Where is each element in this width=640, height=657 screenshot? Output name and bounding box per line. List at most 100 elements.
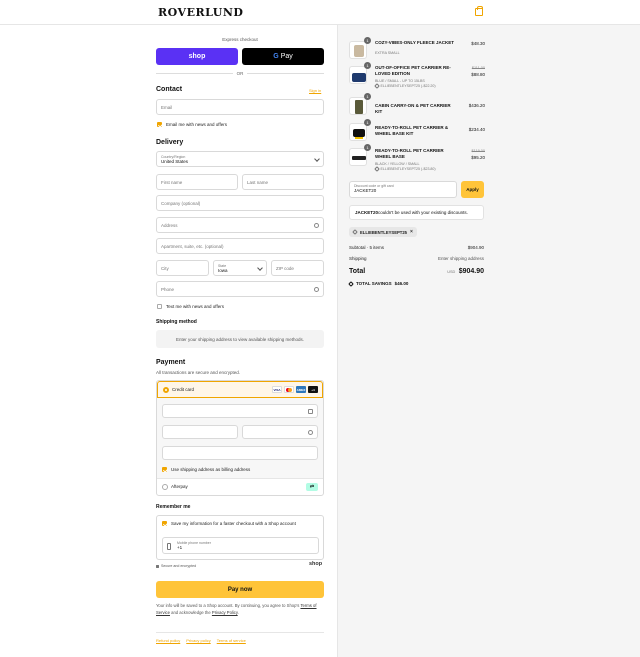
news-checkbox[interactable] [157,122,162,127]
store-logo[interactable]: ROVERLUND [158,6,243,19]
original-price: $111.00 [471,66,485,70]
order-summary-panel [337,25,640,657]
quantity-badge: 1 [364,62,371,69]
afterpay-option[interactable]: Afterpay ⇄ [157,478,323,495]
expiration-field[interactable] [162,425,238,439]
footer-links: Refund policy Privacy policy Terms of se… [156,638,246,643]
google-pay-button[interactable]: G Pay [242,48,324,65]
total-savings: TOTAL SAVINGS $46.00 [348,280,408,287]
sign-in-link[interactable]: Sign in [309,88,321,93]
product-thumbnail [349,123,367,141]
afterpay-label: Afterpay [171,484,188,489]
cart-item: 1 CABIN CARRY-ON & PET CARRIER KIT $436.… [349,93,485,117]
chevron-down-icon [314,156,320,162]
subtotal-label: Subtotal · 5 items [349,245,385,250]
shop-logo: shop [309,561,323,567]
phone-field[interactable]: Phone [156,281,324,297]
original-price: $119.00 [471,149,485,153]
credit-card-radio[interactable] [163,387,169,393]
product-name: COZY-VIBES-ONLY FLEECE JACKET [375,40,455,45]
quantity-badge: 1 [364,93,371,100]
help-icon[interactable] [308,430,313,435]
product-price: $436.20 [468,103,485,108]
subtotal-value: $904.90 [467,245,484,250]
news-checkbox-label: Email me with news and offers [166,122,227,127]
cart-item: 1 COZY-VIBES-ONLY FLEECE JACKET EXTRA SM… [349,37,485,61]
product-thumbnail [349,148,367,166]
product-variant: EXTRA SMALL [375,51,400,55]
name-on-card-field[interactable] [162,446,318,460]
applied-discount-chip: ELLIEBENTLEYSEPT25 × [349,227,417,237]
card-form: Use shipping address as billing address [157,398,323,478]
save-info-label: Save my information for a faster checkou… [171,521,296,526]
company-field[interactable]: Company (optional) [156,195,324,211]
total-row: Total USD $904.90 [349,268,484,275]
product-thumbnail [349,66,367,84]
product-thumbnail [349,41,367,59]
shipping-row: Shipping Enter shipping address [349,256,484,261]
discount-code-field[interactable]: Discount code or gift card JACKET20 [349,181,457,198]
cart-item: 1 READY-TO-ROLL PET CARRIER & WHEEL BASE… [349,119,485,143]
remember-me-box: Save my information for a faster checkou… [156,515,324,560]
last-name-field[interactable]: Last name [242,174,324,190]
product-name: CABIN CARRY-ON & PET CARRIER KIT [375,103,451,114]
help-icon[interactable] [314,287,319,292]
secure-note: Secure and encrypted [156,564,196,568]
product-price: $88.80 [471,72,485,77]
payment-heading: Payment [156,359,186,366]
cart-item: 1 READY-TO-ROLL PET CARRIER WHEEL BASE B… [349,144,485,172]
more-cards-badge: +4 [308,386,318,393]
terms-of-service-footer-link[interactable]: Terms of service [217,638,246,643]
remember-me-heading: Remember me [156,504,191,510]
quantity-badge: 1 [364,144,371,151]
address-field[interactable]: Address [156,217,324,233]
payment-subtitle: All transactions are secure and encrypte… [156,370,241,375]
cart-bag-icon[interactable] [475,6,483,16]
shipping-value: Enter shipping address [437,256,484,261]
total-label: Total [349,268,366,275]
shipping-label: Shipping [349,256,367,261]
mobile-phone-icon [167,543,171,550]
apartment-field[interactable]: Apartment, suite, etc. (optional) [156,238,324,254]
card-brands: VISA AMEX +4 [272,386,318,393]
country-select[interactable]: Country/Region United States [156,151,324,167]
discount-tag-icon [352,229,358,235]
product-name: READY-TO-ROLL PET CARRIER & WHEEL BASE K… [375,125,449,136]
shop-terms-note: Your info will be saved to a Shop accoun… [156,603,317,615]
discount-tag-icon [374,83,380,89]
google-pay-label: Pay [280,53,293,60]
product-variant: BLUE / SMALL - UP TO 15LBS [375,79,425,83]
discount-error-message: JACKET20 couldn't be used with your exis… [349,205,484,220]
card-number-field[interactable] [162,404,318,418]
state-select[interactable]: State Iowa [213,260,267,276]
apply-discount-button[interactable]: Apply [461,181,484,198]
billing-same-checkbox[interactable] [162,467,167,472]
pay-now-button[interactable]: Pay now [156,581,324,598]
afterpay-radio[interactable] [162,484,168,490]
credit-card-option[interactable]: Credit card VISA AMEX +4 [157,381,323,398]
refund-policy-link[interactable]: Refund policy [156,638,180,643]
privacy-policy-link[interactable]: Privacy Policy [212,610,238,615]
mobile-phone-field[interactable]: Mobile phone number +1 [162,537,319,554]
privacy-policy-footer-link[interactable]: Privacy policy [186,638,210,643]
zip-field[interactable]: ZIP code [271,260,324,276]
shop-pay-button[interactable]: shop [156,48,238,65]
item-discount: ELLIEBENTLEYSEPT25 (-$22.20) [374,83,436,89]
product-name: READY-TO-ROLL PET CARRIER WHEEL BASE [375,148,444,159]
product-thumbnail [349,97,367,115]
email-field[interactable]: Email [156,99,324,115]
product-price: $48.30 [471,41,485,46]
amex-icon: AMEX [296,386,306,393]
remove-discount-icon[interactable]: × [410,229,413,235]
express-checkout-title: Express checkout [222,37,258,42]
lock-icon [308,409,313,414]
city-field[interactable]: City [156,260,209,276]
shipping-method-heading: Shipping method [156,319,197,325]
text-me-checkbox[interactable] [157,304,162,309]
security-code-field[interactable] [242,425,318,439]
or-label: OR [236,70,244,76]
first-name-field[interactable]: First name [156,174,238,190]
header: ROVERLUND [0,0,640,25]
save-info-checkbox[interactable] [162,521,167,526]
credit-card-label: Credit card [172,387,195,392]
